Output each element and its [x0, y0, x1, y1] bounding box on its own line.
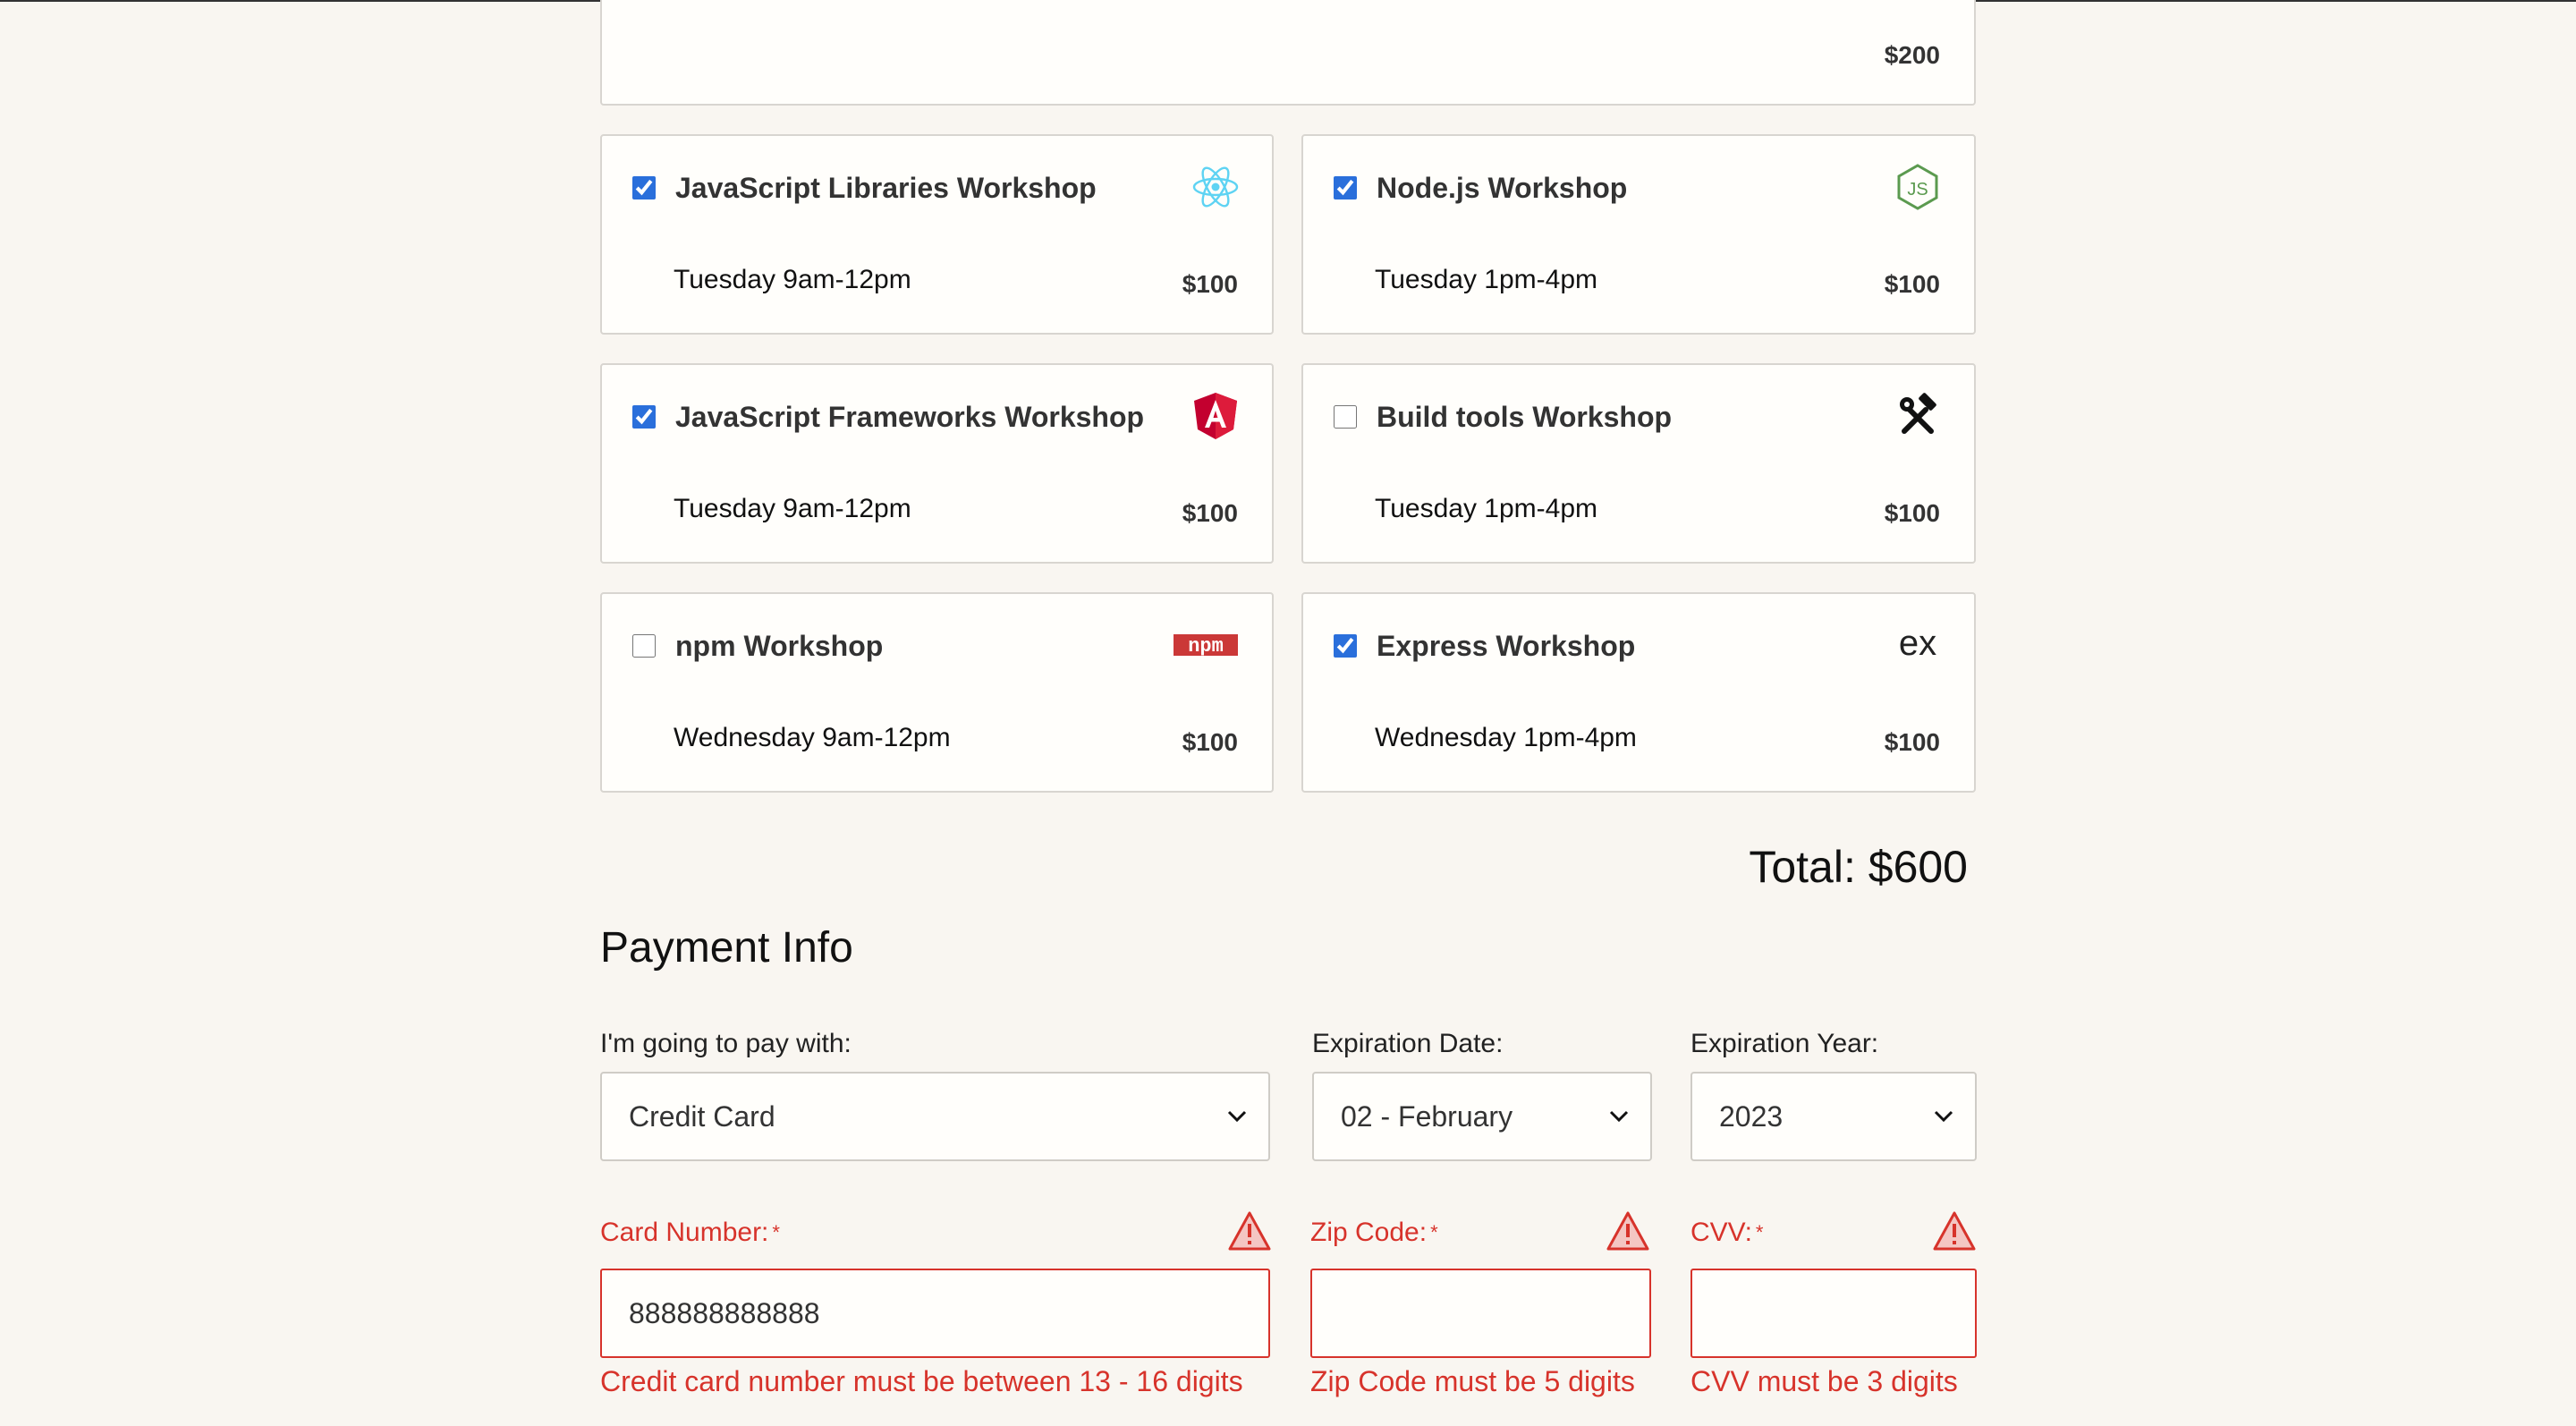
workshop-checkbox[interactable] [632, 634, 656, 658]
hammer-wrench-icon [1900, 393, 1936, 434]
workshop-checkbox[interactable] [1334, 634, 1357, 658]
workshop-title: Node.js Workshop [1377, 172, 1628, 204]
card-number-error: Credit card number must be between 13 - … [600, 1365, 1243, 1397]
card-number-input[interactable]: 888888888888 [600, 1269, 1270, 1358]
cvv-error: CVV must be 3 digits [1690, 1365, 1958, 1397]
svg-text:JS: JS [1907, 180, 1928, 199]
workshop-time: Wednesday 9am-12pm [674, 723, 951, 752]
workshop-title: JavaScript Libraries Workshop [675, 172, 1097, 204]
exp-year-label: Expiration Year: [1690, 1029, 1879, 1058]
workshop-title: Build tools Workshop [1377, 401, 1673, 433]
workshop-price: $100 [1884, 270, 1940, 298]
card-number-label: Card Number: * [600, 1218, 780, 1247]
nodejs-icon: JS [1897, 164, 1938, 210]
workshop-card-js-frameworks[interactable]: JavaScript Frameworks Workshop Tuesday 9… [600, 363, 1274, 564]
chevron-down-icon [1609, 1110, 1629, 1123]
workshop-card-nodejs[interactable]: Node.js Workshop JS Tuesday 1pm-4pm $100 [1301, 134, 1976, 335]
workshop-card-js-libraries[interactable]: JavaScript Libraries Workshop Tuesday 9a… [600, 134, 1274, 335]
svg-text:ex: ex [1899, 624, 1936, 663]
warning-icon [1606, 1211, 1649, 1251]
workshop-checkbox[interactable] [632, 405, 656, 429]
exp-date-value: 02 - February [1341, 1100, 1513, 1133]
workshop-checkbox[interactable] [632, 176, 656, 199]
workshop-price: $100 [1182, 499, 1238, 527]
workshop-time: Tuesday 1pm-4pm [1375, 265, 1597, 294]
zip-code-label: Zip Code: * [1310, 1218, 1438, 1247]
workshop-price: $100 [1182, 728, 1238, 756]
workshop-price: $100 [1884, 499, 1940, 527]
zip-code-input[interactable] [1310, 1269, 1651, 1358]
cvv-label: CVV: * [1690, 1218, 1764, 1247]
payment-method-value: Credit Card [629, 1100, 775, 1133]
workshop-time: Tuesday 9am-12pm [674, 494, 911, 523]
npm-icon: npm [1174, 634, 1238, 658]
warning-icon [1933, 1211, 1976, 1251]
react-icon [1192, 166, 1239, 208]
svg-text:npm: npm [1188, 635, 1224, 658]
total-cost: Total: $600 [1749, 842, 1968, 892]
pay-with-label: I'm going to pay with: [600, 1029, 852, 1058]
chevron-down-icon [1934, 1110, 1953, 1123]
warning-icon [1228, 1211, 1271, 1251]
workshop-price: $100 [1182, 270, 1238, 298]
express-icon: ex [1899, 624, 1936, 663]
workshop-title: npm Workshop [675, 630, 884, 662]
workshop-time: Wednesday 1pm-4pm [1375, 723, 1637, 752]
workshop-card-build-tools[interactable]: Build tools Workshop Tuesday 1pm-4pm $10… [1301, 363, 1976, 564]
workshop-title: JavaScript Frameworks Workshop [675, 401, 1145, 433]
workshop-card-main-conference: $200 [600, 0, 1976, 106]
exp-date-select[interactable]: 02 - February [1312, 1072, 1652, 1161]
payment-method-select[interactable]: Credit Card [600, 1072, 1270, 1161]
workshop-card-npm[interactable]: npm Workshop npm Wednesday 9am-12pm $100 [600, 592, 1274, 793]
zip-code-error: Zip Code must be 5 digits [1310, 1365, 1635, 1397]
exp-year-select[interactable]: 2023 [1690, 1072, 1977, 1161]
workshop-price: $100 [1884, 728, 1940, 756]
workshop-time: Tuesday 9am-12pm [674, 265, 911, 294]
cvv-input[interactable] [1690, 1269, 1977, 1358]
workshop-checkbox[interactable] [1334, 405, 1357, 429]
exp-date-label: Expiration Date: [1312, 1029, 1504, 1058]
workshop-price: $200 [1884, 41, 1940, 69]
workshop-time: Tuesday 1pm-4pm [1375, 494, 1597, 523]
workshop-card-express[interactable]: Express Workshop ex Wednesday 1pm-4pm $1… [1301, 592, 1976, 793]
workshop-checkbox[interactable] [1334, 176, 1357, 199]
chevron-down-icon [1227, 1110, 1247, 1123]
workshop-title: Express Workshop [1377, 630, 1636, 662]
payment-info-heading: Payment Info [600, 924, 853, 972]
exp-year-value: 2023 [1719, 1100, 1784, 1133]
angular-icon [1194, 393, 1237, 439]
